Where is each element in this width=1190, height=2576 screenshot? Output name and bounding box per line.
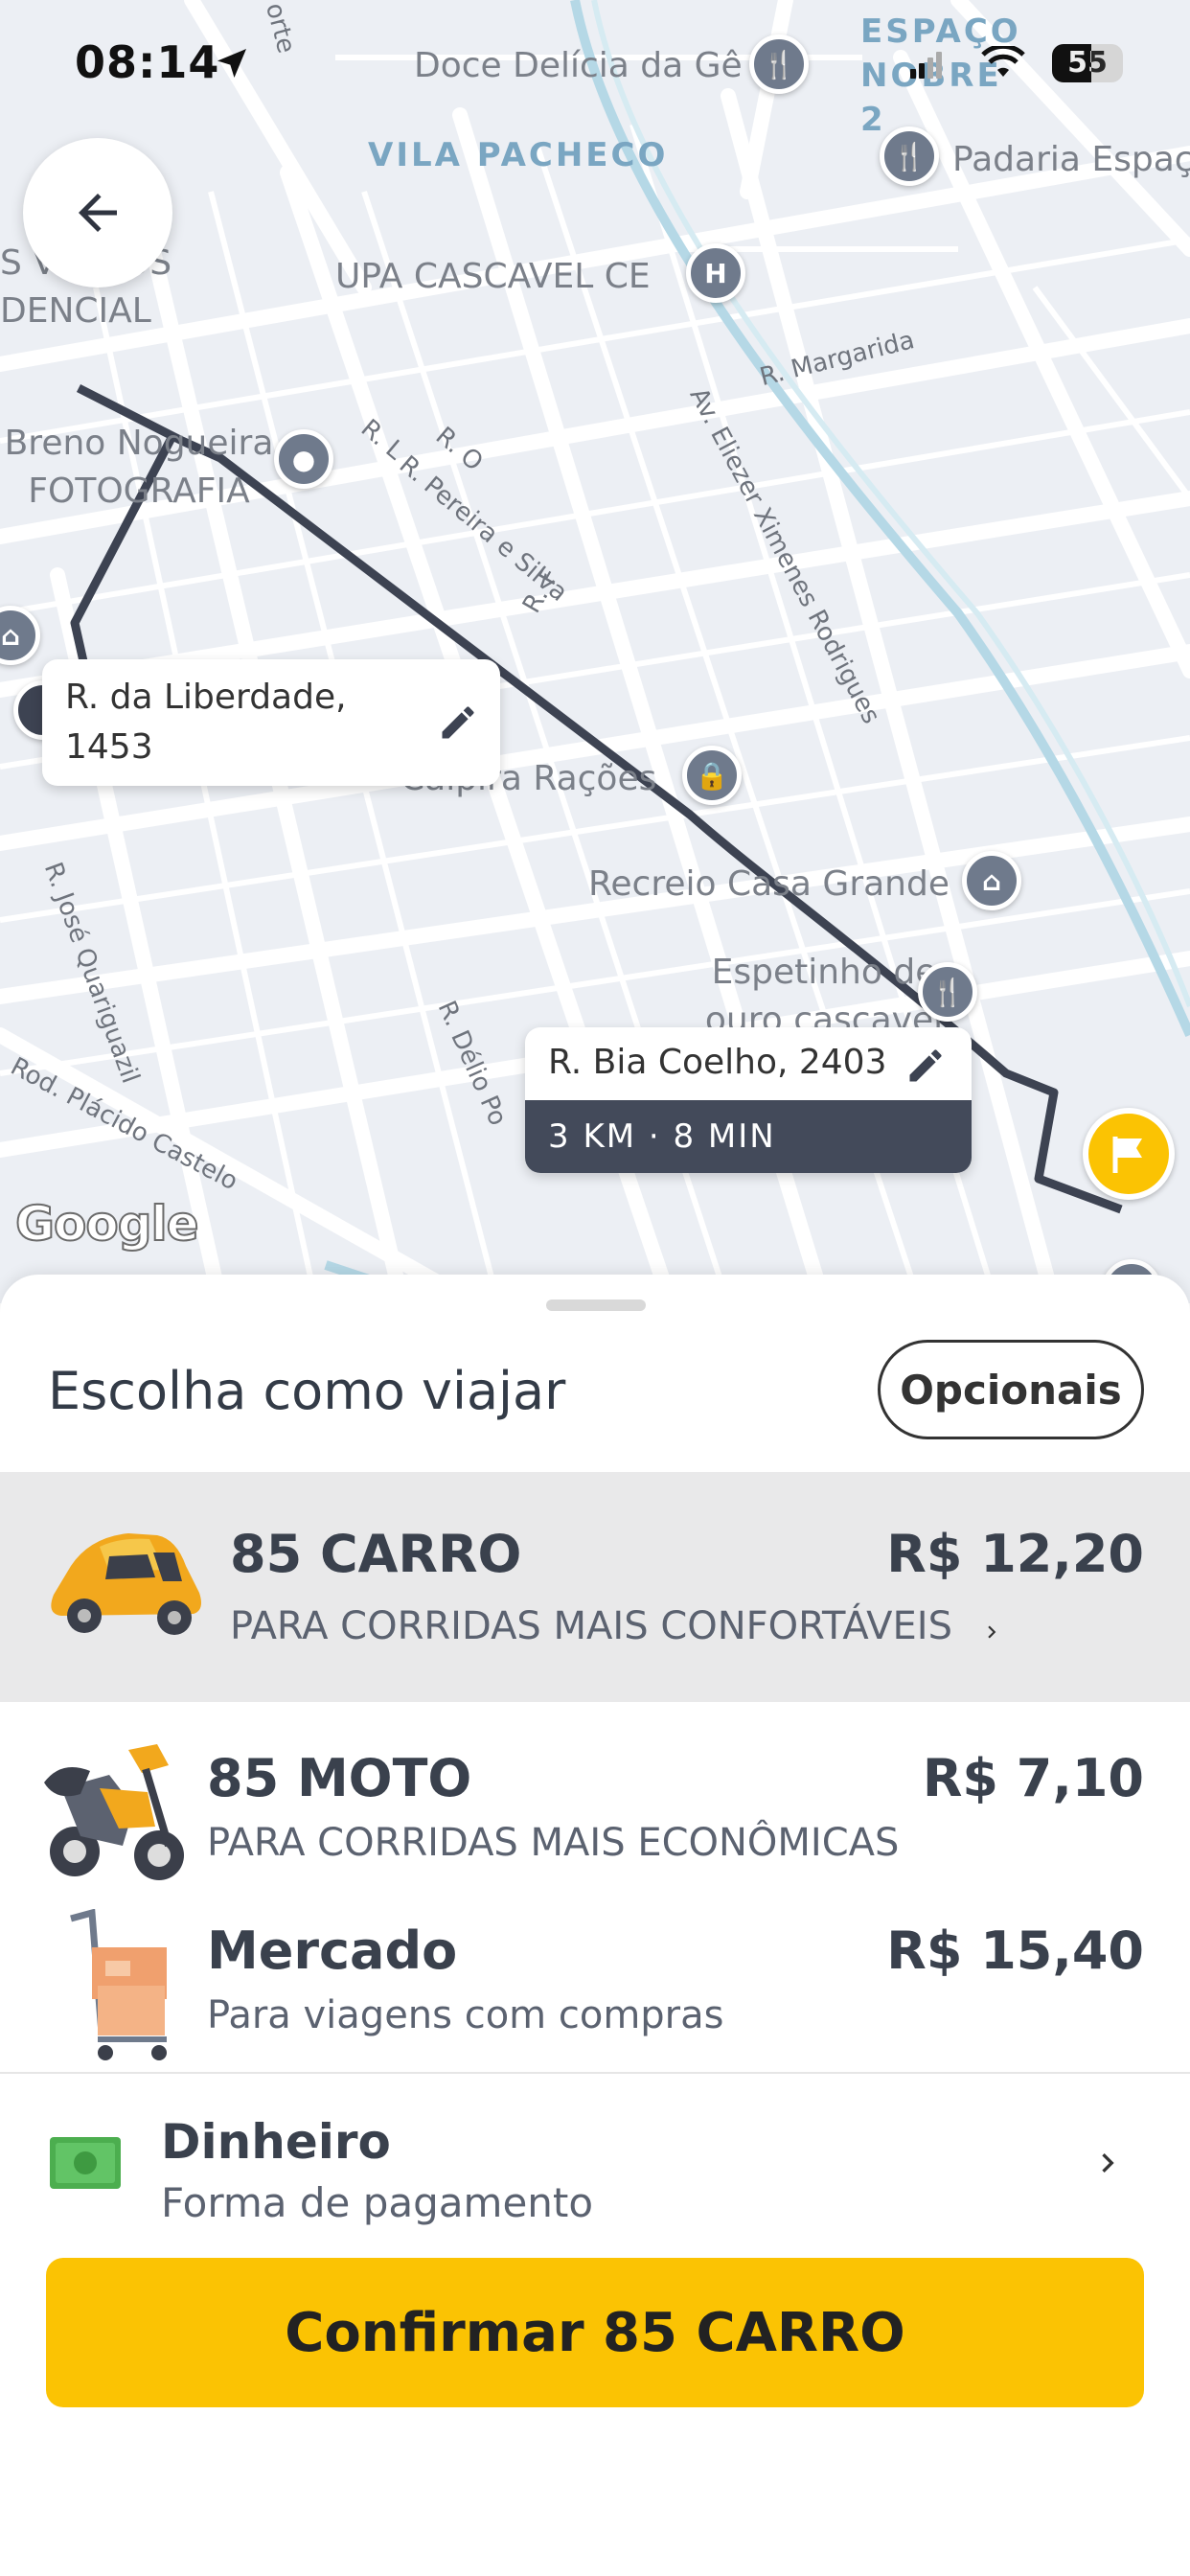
payment-method-title: Dinheiro (161, 2114, 391, 2170)
chevron-right-icon (1102, 2153, 1114, 2173)
origin-callout[interactable]: R. da Liberdade, 1453 (42, 659, 500, 786)
ride-description: PARA CORRIDAS MAIS ECONÔMICAS (207, 1821, 900, 1865)
map-view[interactable]: VILA PACHECO ESPAÇO NOBRE 2 Doce Delícia… (0, 0, 1190, 1303)
ride-price: R$ 12,20 (886, 1524, 1144, 1584)
edit-origin-icon[interactable] (437, 702, 479, 748)
district-label: VILA PACHECO (368, 136, 669, 174)
restaurant-pin-icon[interactable]: 🍴 (880, 126, 939, 186)
motorcycle-icon (44, 1744, 184, 1880)
ride-description: PARA CORRIDAS MAIS CONFORTÁVEIS (230, 1604, 952, 1648)
hospital-pin-icon[interactable]: H (686, 243, 745, 303)
restaurant-pin-icon[interactable]: 🍴 (918, 962, 977, 1022)
chevron-right-icon (988, 1625, 996, 1639)
status-time: 08:14 (75, 36, 220, 88)
ride-option-car[interactable]: 85 CARRO R$ 12,20 PARA CORRIDAS MAIS CON… (0, 1472, 1190, 1702)
payment-method-row[interactable]: Dinheiro Forma de pagamento (0, 2074, 1190, 2237)
arrow-left-icon (79, 194, 117, 232)
status-bar: 08:14 55 (0, 0, 1190, 134)
shop-pin-icon[interactable]: 🔒 (682, 746, 742, 805)
cash-icon (50, 2137, 121, 2189)
sheet-drag-handle[interactable] (546, 1300, 646, 1311)
google-logo: Google (14, 1195, 200, 1253)
destination-callout[interactable]: R. Bia Coelho, 2403 3 KM · 8 MIN (525, 1027, 972, 1173)
ride-description: Para viagens com compras (207, 1993, 724, 2037)
location-arrow-icon (217, 49, 246, 78)
edit-destination-icon[interactable] (904, 1045, 947, 1091)
eta-badge: 3 KM · 8 MIN (525, 1100, 972, 1173)
ride-price: R$ 15,40 (886, 1920, 1144, 1981)
sheet-title: Escolha como viajar (48, 1361, 566, 1421)
ride-option-moto[interactable]: 85 MOTO R$ 7,10 PARA CORRIDAS MAIS ECONÔ… (0, 1702, 1190, 1894)
poi-label: Padaria Espaç (952, 140, 1190, 179)
ride-name: 85 MOTO (207, 1748, 472, 1808)
landmark-pin-icon[interactable]: ⌂ (962, 851, 1021, 910)
payment-method-subtitle: Forma de pagamento (161, 2179, 594, 2226)
poi-label: UPA CASCAVEL CE (335, 257, 651, 296)
location-pin-icon[interactable]: ● (274, 429, 333, 489)
back-button[interactable] (23, 138, 172, 288)
destination-flag-icon[interactable] (1083, 1108, 1175, 1200)
ride-name: 85 CARRO (230, 1524, 522, 1584)
car-icon (51, 1533, 202, 1635)
poi-label: Recreio Casa Grande (588, 864, 950, 904)
options-button[interactable]: Opcionais (878, 1340, 1144, 1439)
wifi-icon (981, 46, 1025, 77)
poi-label: Breno Nogueira FOTOGRAFIA (4, 424, 274, 511)
destination-address: R. Bia Coelho, 2403 (548, 1043, 887, 1082)
confirm-ride-button[interactable]: Confirmar 85 CARRO (46, 2258, 1144, 2407)
ride-option-market[interactable]: Mercado R$ 15,40 Para viagens com compra… (0, 1894, 1190, 2072)
shopping-cart-icon (70, 1909, 167, 2060)
battery-icon: 55 (1052, 44, 1123, 82)
origin-address: R. da Liberdade, 1453 (65, 678, 347, 767)
ride-price: R$ 7,10 (922, 1748, 1144, 1808)
signal-icon (910, 52, 942, 79)
battery-level: 55 (1067, 46, 1108, 80)
ride-name: Mercado (207, 1920, 458, 1981)
